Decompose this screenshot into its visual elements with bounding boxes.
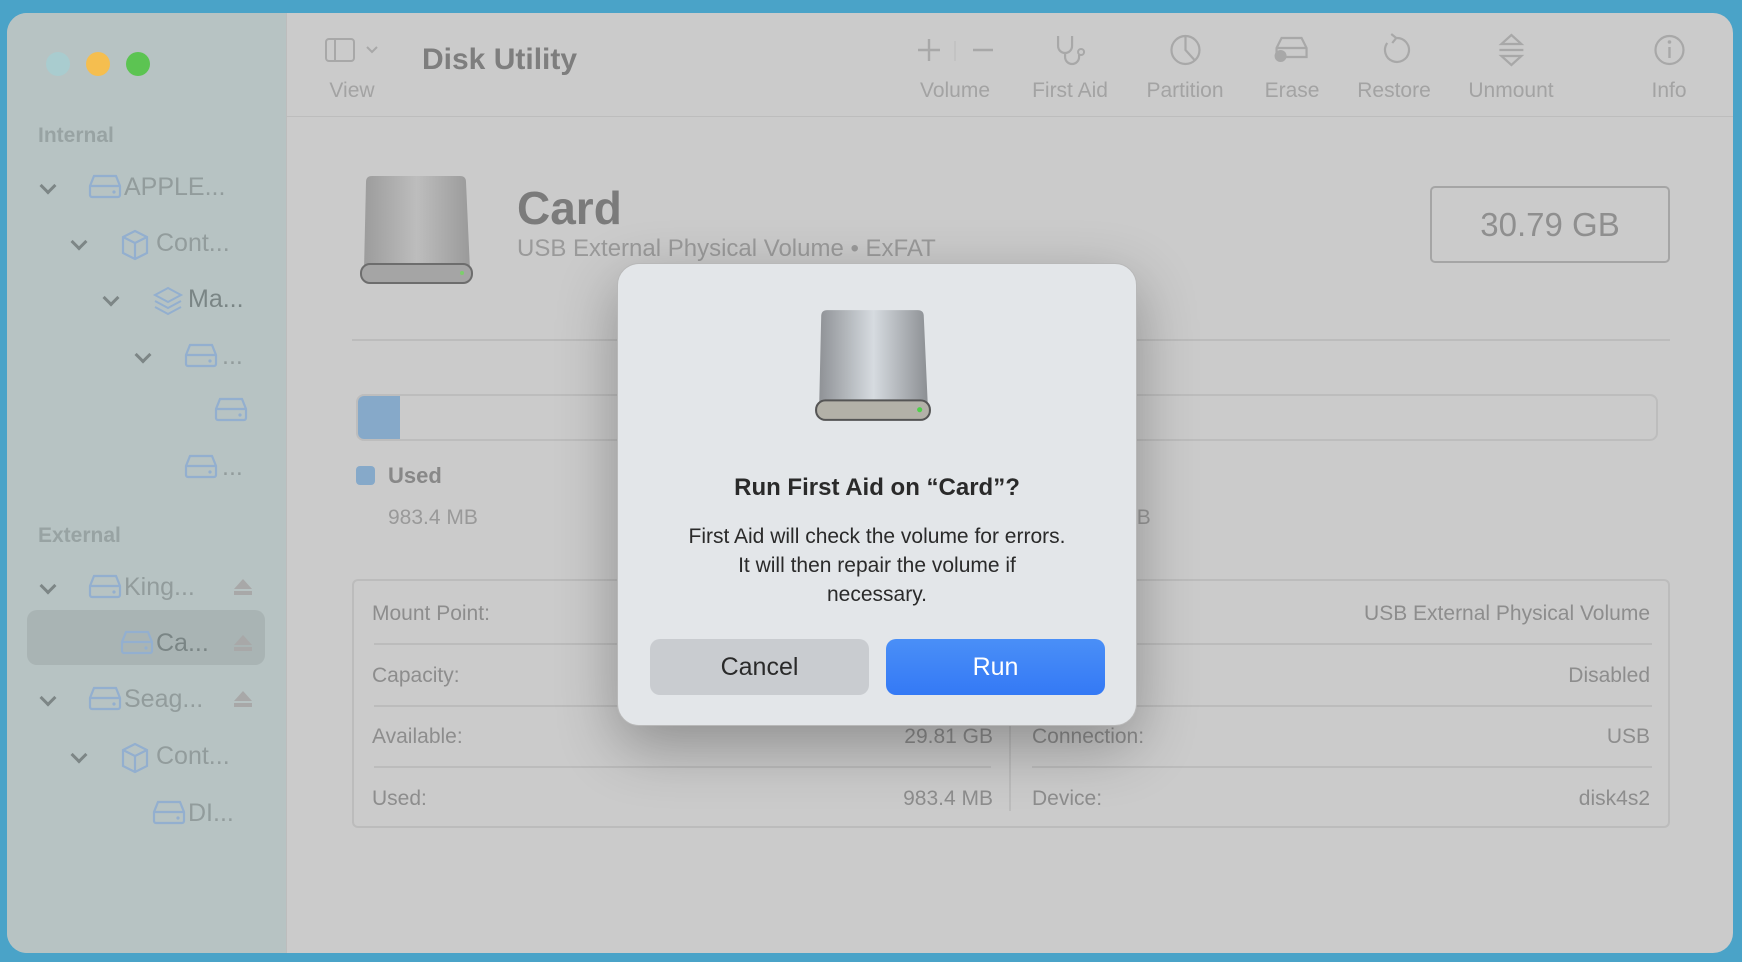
external-drive-icon <box>360 176 473 284</box>
dialog-title: Run First Aid on “Card”? <box>734 474 1020 501</box>
sidebar-item-label: Cont... <box>156 742 230 770</box>
external-drive-icon <box>815 310 931 421</box>
volume-name: Card <box>517 182 622 234</box>
drive-icon <box>184 453 218 484</box>
restore-icon <box>1357 33 1431 67</box>
row-divider <box>374 766 991 768</box>
sidebar-item-label: APPLE... <box>124 173 226 201</box>
erase-drive-icon <box>1265 33 1320 67</box>
row-divider <box>1032 766 1652 768</box>
eject-icon[interactable] <box>233 690 253 713</box>
disclosure-chevron-icon[interactable] <box>39 577 57 595</box>
view-label: View <box>329 79 375 102</box>
sidebar-toggle-icon <box>325 38 378 62</box>
disk-utility-window: Internal External APPLE... Cont... Ma.....… <box>7 13 1733 953</box>
info-icon <box>1651 33 1686 67</box>
drive-icon <box>184 342 218 373</box>
sidebar-item-label: King... <box>124 573 195 601</box>
close-button[interactable] <box>46 52 70 76</box>
disclosure-chevron-icon[interactable] <box>39 689 57 707</box>
used-legend-label: Used <box>388 463 442 488</box>
minimize-button[interactable] <box>86 52 110 76</box>
disclosure-chevron-icon[interactable] <box>70 233 88 251</box>
toolbar-info-button[interactable]: Info <box>1651 33 1687 103</box>
volume-group-icon <box>152 285 184 322</box>
toolbar-label: Info <box>1651 79 1687 102</box>
info-value: Disabled <box>1568 664 1650 687</box>
internal-header: Internal <box>38 124 114 147</box>
toolbar-partition-button[interactable]: Partition <box>1146 33 1224 103</box>
used-legend-swatch <box>356 466 375 485</box>
drive-icon <box>88 685 122 716</box>
message-line: necessary. <box>827 583 927 606</box>
info-value: USB <box>1606 725 1650 748</box>
disclosure-chevron-icon[interactable] <box>39 177 57 195</box>
cancel-button[interactable]: Cancel <box>650 639 869 695</box>
info-value: USB External Physical Volume <box>1364 602 1650 625</box>
sidebar-item-label: Ma... <box>188 285 244 313</box>
toolbar-label: First Aid <box>1032 79 1108 102</box>
toolbar-label: Erase <box>1264 79 1320 102</box>
zoom-button[interactable] <box>126 52 150 76</box>
toolbar-label: Unmount <box>1468 79 1554 102</box>
info-label: Used: <box>372 787 427 810</box>
info-label: Available: <box>372 725 463 748</box>
pie-icon <box>1146 33 1223 67</box>
drive-icon <box>214 396 248 427</box>
sidebar-item-label: ... <box>222 453 243 481</box>
info-value: 29.81 GB <box>904 725 993 748</box>
disclosure-chevron-icon[interactable] <box>102 289 120 307</box>
container-icon <box>120 742 150 779</box>
message-line: First Aid will check the volume for erro… <box>688 525 1066 548</box>
drive-icon <box>88 573 122 604</box>
used-legend-value: 983.4 MB <box>388 506 478 529</box>
sidebar-item-label: ... <box>222 342 243 370</box>
info-value: 983.4 MB <box>903 787 993 810</box>
app-title: Disk Utility <box>422 43 578 76</box>
toolbar-first-aid-button[interactable]: First Aid <box>1032 33 1108 103</box>
sidebar-item-label: Seag... <box>124 685 204 713</box>
unmount-icon <box>1468 33 1553 67</box>
sidebar-item-label: Cont... <box>156 229 230 257</box>
eject-icon[interactable] <box>233 578 253 601</box>
drive-icon <box>152 799 186 830</box>
drive-icon <box>88 173 122 204</box>
toolbar-volume-button[interactable]: Volume <box>915 33 995 103</box>
disclosure-chevron-icon[interactable] <box>134 346 152 364</box>
info-label: Mount Point: <box>372 602 490 625</box>
volume-size-box: 30.79 GB <box>1430 186 1670 263</box>
message-line: It will then repair the volume if <box>738 554 1016 577</box>
dialog-message: First Aid will check the volume for erro… <box>618 522 1136 609</box>
toolbar-label: Partition <box>1146 79 1224 102</box>
info-label: Device: <box>1032 787 1103 810</box>
info-label: Connection: <box>1032 725 1145 748</box>
toolbar-label: Restore <box>1357 79 1431 102</box>
toolbar-unmount-button[interactable]: Unmount <box>1468 33 1554 103</box>
disclosure-chevron-icon[interactable] <box>70 746 88 764</box>
sidebar-item-label: Ca... <box>156 629 209 657</box>
info-value: disk4s2 <box>1578 787 1650 810</box>
stethoscope-icon <box>1032 33 1108 67</box>
sidebar: Internal External APPLE... Cont... Ma.....… <box>7 13 287 953</box>
eject-icon[interactable] <box>233 634 253 657</box>
run-button[interactable]: Run <box>886 639 1105 695</box>
drive-icon <box>120 629 154 660</box>
plus-minus-icon <box>915 33 995 67</box>
toolbar-erase-button[interactable]: Erase <box>1264 33 1320 103</box>
volume-subtitle: USB External Physical Volume • ExFAT <box>517 235 936 262</box>
info-label: Capacity: <box>372 664 460 687</box>
sidebar-item-label: DI... <box>188 799 234 827</box>
usage-bar-used <box>358 396 400 439</box>
container-icon <box>120 229 150 266</box>
first-aid-dialog: Run First Aid on “Card”? First Aid will … <box>617 263 1137 726</box>
view-button[interactable]: View <box>324 33 380 103</box>
toolbar-restore-button[interactable]: Restore <box>1357 33 1431 103</box>
external-header: External <box>38 524 121 547</box>
toolbar-label: Volume <box>919 79 991 102</box>
